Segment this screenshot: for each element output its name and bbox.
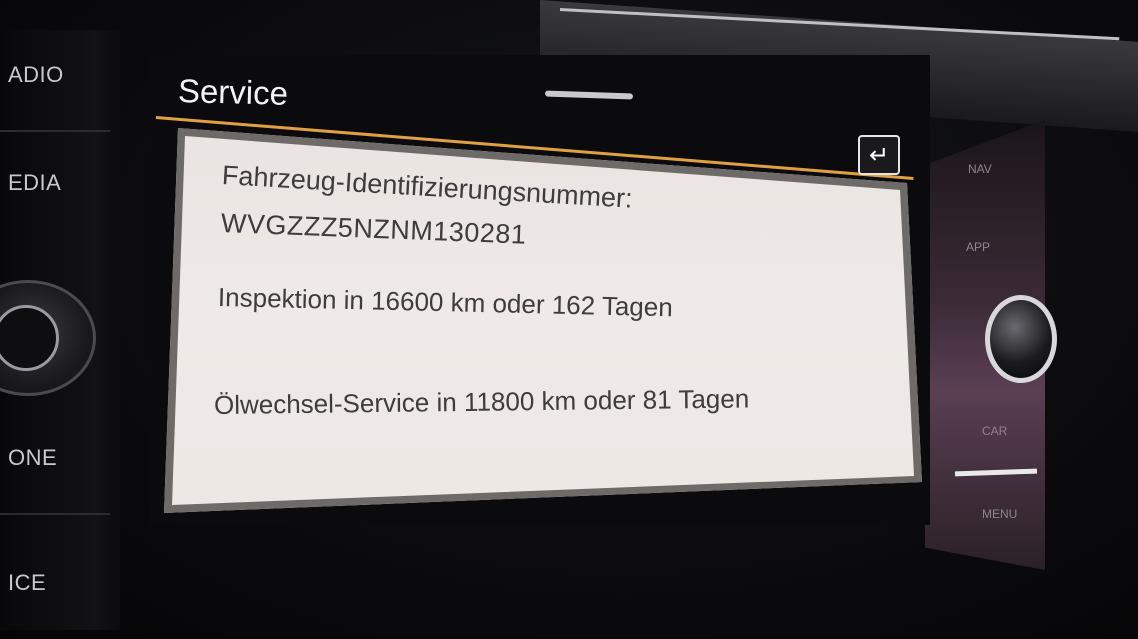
page-title: Service <box>177 72 289 112</box>
oil-change-info: Ölwechsel-Service in 11800 km oder 81 Ta… <box>213 383 750 420</box>
voice-button[interactable]: ICE <box>8 570 46 596</box>
nav-button[interactable]: NAV <box>968 162 992 176</box>
media-button[interactable]: EDIA <box>8 170 61 196</box>
radio-button[interactable]: ADIO <box>8 62 64 88</box>
back-button[interactable]: ↵ <box>858 135 900 175</box>
return-arrow-icon: ↵ <box>868 141 890 169</box>
tune-knob[interactable] <box>985 295 1057 383</box>
divider <box>0 513 110 515</box>
dashboard-photo: ADIO EDIA ONE ICE NAV APP CAR MENU Servi… <box>0 0 1138 639</box>
app-button[interactable]: APP <box>966 240 990 254</box>
car-button[interactable]: CAR <box>982 424 1007 438</box>
volume-knob[interactable] <box>0 280 96 396</box>
left-hardware-panel: ADIO EDIA ONE ICE <box>0 30 120 630</box>
divider <box>0 130 110 132</box>
menu-button[interactable]: MENU <box>982 507 1017 521</box>
phone-button[interactable]: ONE <box>8 445 57 471</box>
power-icon <box>0 305 59 371</box>
